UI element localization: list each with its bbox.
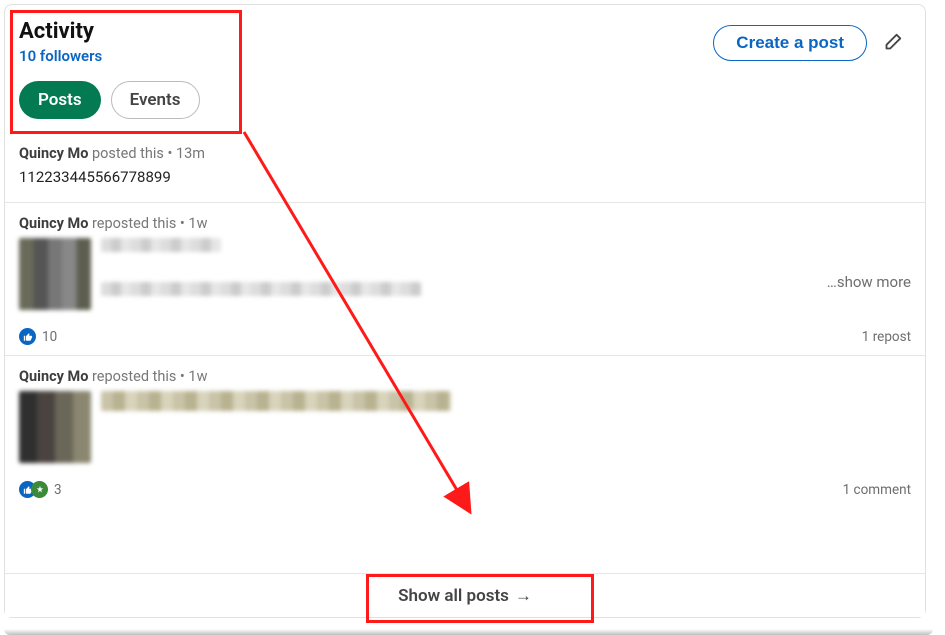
post-action-text: posted this • 13m [88, 145, 205, 162]
post-meta: Quincy Mo reposted this • 1w [19, 215, 911, 232]
edit-icon[interactable] [879, 30, 905, 56]
post-reactions-row: 3 1 comment [5, 473, 925, 508]
reaction-icon-stack [19, 481, 48, 498]
post-item: Quincy Mo reposted this • 1w [5, 356, 925, 473]
activity-header: Activity 10 followers Create a post [5, 5, 925, 65]
post-author[interactable]: Quincy Mo [19, 145, 88, 162]
reaction-count: 3 [54, 482, 62, 498]
post-right-meta[interactable]: 1 comment [843, 482, 911, 498]
activity-card: Activity 10 followers Create a post Post… [4, 4, 926, 618]
celebrate-icon [31, 481, 48, 498]
create-post-button[interactable]: Create a post [713, 25, 867, 61]
post-author[interactable]: Quincy Mo [19, 368, 88, 385]
reaction-count: 10 [42, 329, 57, 345]
tab-posts[interactable]: Posts [19, 81, 101, 119]
post-text-obscured [101, 238, 911, 308]
post-thumbnail-obscured [19, 391, 91, 463]
post-meta: Quincy Mo posted this • 13m [19, 145, 911, 162]
arrow-right-icon: → [515, 586, 532, 606]
like-icon [19, 328, 36, 345]
post-content-obscured [19, 238, 911, 310]
activity-header-left: Activity 10 followers [19, 19, 102, 65]
post-reactions[interactable]: 3 [19, 481, 62, 498]
show-all-posts-label: Show all posts [398, 586, 509, 606]
post-right-meta[interactable]: 1 repost [862, 329, 911, 345]
activity-header-right: Create a post [713, 25, 905, 61]
post-content-obscured [19, 391, 911, 463]
card-bottom-shadow [4, 629, 933, 635]
activity-tabs: Posts Events [5, 65, 925, 133]
post-item: Quincy Mo posted this • 13m 112233445566… [5, 133, 925, 202]
post-meta: Quincy Mo reposted this • 1w [19, 368, 911, 385]
post-text-obscured [101, 391, 911, 411]
post-body: 112233445566778899 [19, 168, 911, 186]
post-reactions-row: 10 1 repost [5, 320, 925, 355]
post-action-text: reposted this • 1w [88, 215, 207, 232]
post-action-text: reposted this • 1w [88, 368, 207, 385]
followers-link[interactable]: 10 followers [19, 47, 102, 65]
show-all-posts-button[interactable]: Show all posts → [5, 573, 925, 617]
tab-events[interactable]: Events [111, 81, 200, 119]
post-author[interactable]: Quincy Mo [19, 215, 88, 232]
post-item: Quincy Mo reposted this • 1w …show more [5, 203, 925, 320]
post-reactions[interactable]: 10 [19, 328, 57, 345]
post-thumbnail-obscured [19, 238, 91, 310]
activity-title: Activity [19, 19, 102, 45]
show-more-link[interactable]: …show more [827, 273, 911, 291]
